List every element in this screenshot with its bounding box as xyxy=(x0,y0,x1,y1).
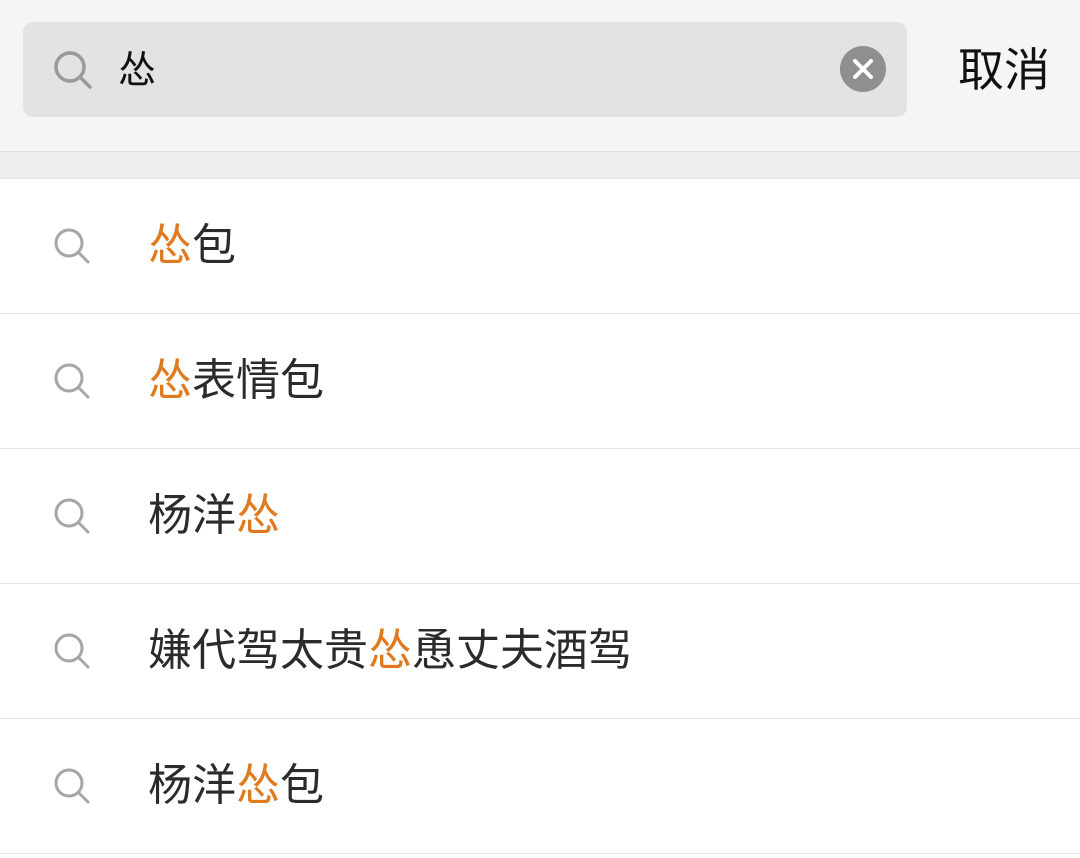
highlight-match: 怂 xyxy=(148,220,192,271)
highlight-match: 怂 xyxy=(236,760,280,811)
suggestion-text: 怂表情包 xyxy=(148,356,324,406)
search-icon xyxy=(54,363,90,399)
suggestion-item[interactable]: 怂表情包 xyxy=(0,314,1080,449)
search-icon xyxy=(54,768,90,804)
search-icon xyxy=(54,633,90,669)
suggestion-text: 杨洋怂 xyxy=(148,491,280,541)
clear-icon[interactable] xyxy=(840,46,886,92)
suggestion-text: 嫌代驾太贵怂恿丈夫酒驾 xyxy=(148,626,632,676)
search-icon xyxy=(54,228,90,264)
suggestion-item[interactable]: 杨洋怂 xyxy=(0,449,1080,584)
highlight-match: 怂 xyxy=(368,625,412,676)
search-query-text[interactable]: 怂 xyxy=(118,48,156,92)
search-icon xyxy=(54,498,90,534)
highlight-match: 怂 xyxy=(148,355,192,406)
search-header: 怂 取消 xyxy=(0,0,1080,152)
suggestion-text: 杨洋怂包 xyxy=(148,761,324,811)
suggestion-fragment: 杨洋 xyxy=(148,760,236,811)
suggestion-text: 怂包 xyxy=(148,221,236,271)
search-input[interactable]: 怂 xyxy=(23,22,907,117)
section-divider xyxy=(0,152,1080,179)
highlight-match: 怂 xyxy=(236,490,280,541)
cancel-button[interactable]: 取消 xyxy=(958,42,1050,98)
suggestion-list: 怂包 怂表情包 杨洋怂 嫌代驾太贵怂恿丈夫酒驾 杨洋怂包 xyxy=(0,179,1080,854)
suggestion-item[interactable]: 杨洋怂包 xyxy=(0,719,1080,854)
suggestion-fragment: 包 xyxy=(280,760,324,811)
suggestion-fragment: 恿丈夫酒驾 xyxy=(412,625,632,676)
suggestion-fragment: 杨洋 xyxy=(148,490,236,541)
search-icon xyxy=(54,51,92,89)
suggestion-item[interactable]: 嫌代驾太贵怂恿丈夫酒驾 xyxy=(0,584,1080,719)
suggestion-fragment: 包 xyxy=(192,220,236,271)
suggestion-item[interactable]: 怂包 xyxy=(0,179,1080,314)
suggestion-fragment: 嫌代驾太贵 xyxy=(148,625,368,676)
suggestion-fragment: 表情包 xyxy=(192,355,324,406)
